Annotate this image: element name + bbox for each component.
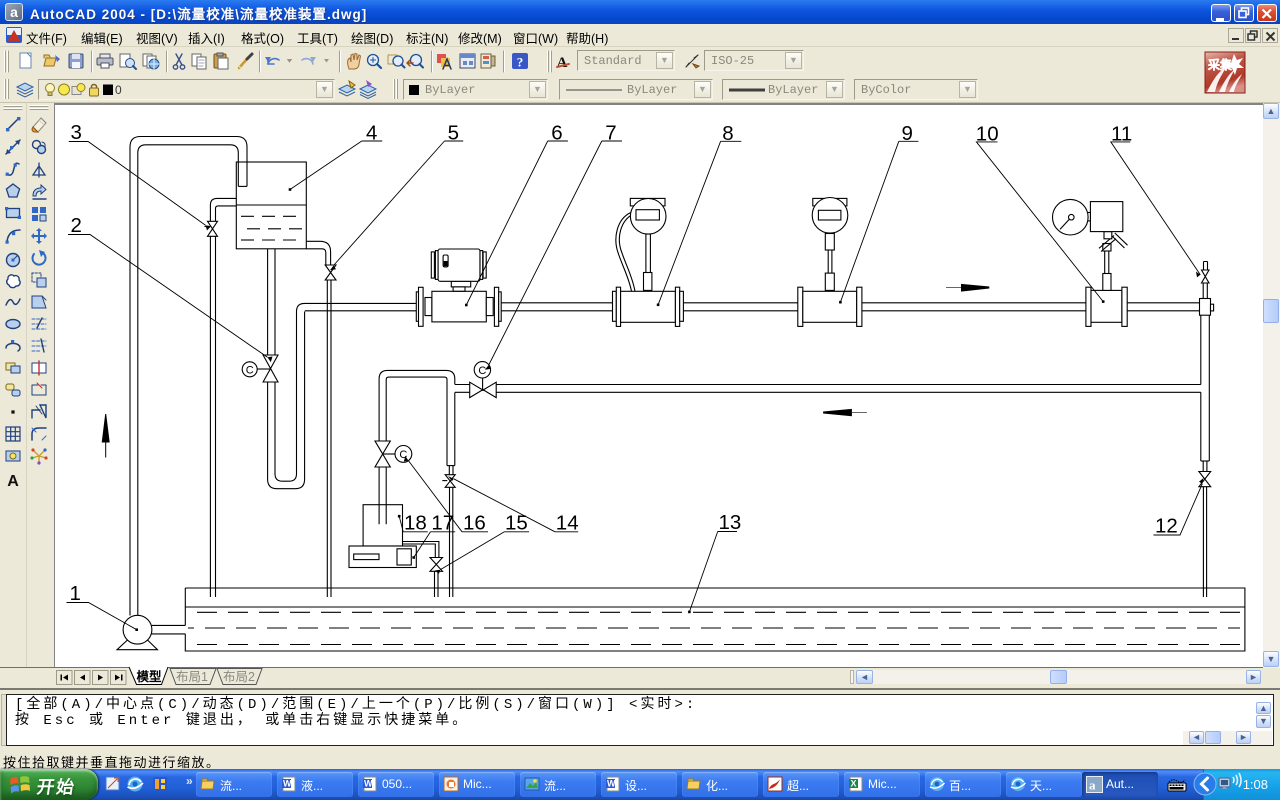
svg-text:13: 13 [719, 511, 742, 534]
svg-text:»: » [186, 774, 193, 788]
svg-text:10: 10 [976, 122, 999, 145]
svg-text:14: 14 [556, 511, 579, 534]
svg-text:18: 18 [404, 511, 427, 534]
svg-text:采集: 采集 [1207, 57, 1233, 72]
svg-text:1: 1 [70, 582, 81, 605]
svg-text:布局1: 布局1 [176, 670, 208, 684]
svg-text:X: X [851, 779, 857, 789]
svg-text:A: A [557, 55, 568, 71]
svg-text:12: 12 [1155, 515, 1178, 538]
svg-text:?: ? [517, 55, 524, 70]
svg-text:W: W [364, 779, 373, 789]
svg-text:7: 7 [605, 122, 616, 145]
svg-text:4: 4 [366, 122, 377, 145]
svg-text:5: 5 [448, 122, 459, 145]
svg-text:W: W [607, 779, 616, 789]
svg-text:A: A [7, 473, 19, 490]
svg-text:16: 16 [463, 511, 486, 534]
svg-text:C: C [246, 364, 254, 376]
svg-text:9: 9 [902, 122, 913, 145]
svg-text:C: C [478, 365, 486, 377]
svg-text:模型: 模型 [137, 669, 163, 684]
svg-text:8: 8 [722, 122, 733, 145]
svg-text:布局2: 布局2 [223, 670, 255, 684]
svg-text:3: 3 [71, 121, 82, 144]
svg-text:W: W [283, 779, 292, 789]
svg-text:a: a [1089, 778, 1096, 793]
svg-text:2: 2 [71, 214, 82, 237]
svg-text:15: 15 [505, 511, 528, 534]
svg-text:6: 6 [551, 122, 562, 145]
svg-text:11: 11 [1111, 122, 1132, 145]
svg-text:17: 17 [431, 511, 454, 534]
